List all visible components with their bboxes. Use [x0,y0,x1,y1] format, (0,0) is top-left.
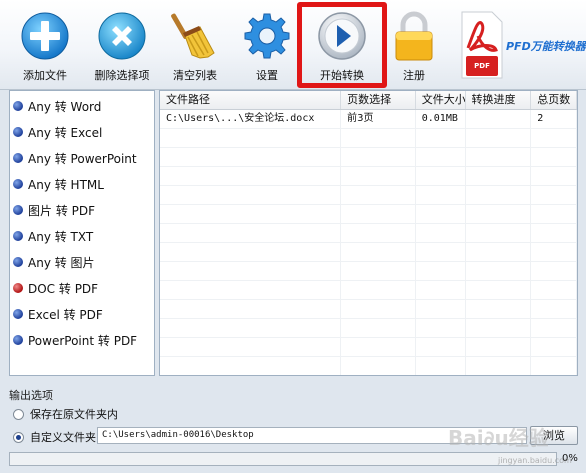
column-header[interactable]: 文件大小 [416,91,466,109]
clear-list-button[interactable]: 清空列表 [164,8,226,86]
table-row-empty [160,186,577,205]
table-row-empty [160,262,577,281]
table-row-empty [160,205,577,224]
toolbar: 添加文件 删除选择项 清空列表 设置 开始转换 注册 PDF PFD万能转换器 [0,0,586,90]
progress-bar [9,452,557,466]
close-icon [95,8,149,64]
table-row-empty [160,281,577,300]
brand-name: PFD万能转换器 [506,40,586,53]
conversion-type-label: Any 转 PowerPoint [28,151,137,166]
bullet-icon [13,309,23,319]
file-path-cell: C:\Users\...\安全论坛.docx [160,110,342,128]
table-row-empty [160,167,577,186]
start-convert-label: 开始转换 [320,69,364,82]
lock-icon [387,8,441,64]
settings-button[interactable]: 设置 [238,8,296,86]
conversion-type-item[interactable]: Any 转 TXT [10,223,154,249]
bullet-icon [13,179,23,189]
bullet-icon [13,205,23,215]
page-selection-cell[interactable]: 前3页 [341,110,416,128]
conversion-type-label: Any 转 TXT [28,229,94,244]
table-row-empty [160,148,577,167]
bullet-icon [13,335,23,345]
add-icon [18,8,72,64]
conversion-type-item[interactable]: 图片 转 PDF [10,197,154,223]
total-pages-cell: 2 [531,110,577,128]
file-size-cell: 0.01MB [416,110,466,128]
table-row-empty [160,243,577,262]
table-row-empty [160,319,577,338]
conversion-type-item[interactable]: Any 转 Excel [10,119,154,145]
conversion-type-item[interactable]: Any 转 Word [10,93,154,119]
bullet-icon [13,257,23,267]
conversion-type-label: Any 转 Excel [28,125,103,140]
column-header[interactable]: 转换进度 [466,91,532,109]
conversion-type-label: Any 转 图片 [28,255,95,270]
clear-list-label: 清空列表 [173,69,217,82]
register-label: 注册 [403,69,425,82]
save-original-folder-option[interactable]: 保存在原文件夹内 [13,406,118,422]
output-options-title: 输出选项 [9,389,53,402]
save-original-folder-label: 保存在原文件夹内 [30,408,118,421]
custom-folder-option[interactable]: 自定义文件夹 [13,429,96,445]
table-row-empty [160,357,577,375]
conversion-type-item[interactable]: Any 转 PowerPoint [10,145,154,171]
conversion-type-label: Any 转 Word [28,99,102,114]
progress-percent: 0% [562,453,578,464]
gear-icon [240,8,294,64]
conversion-type-item[interactable]: PowerPoint 转 PDF [10,327,154,353]
brand-logo: PDF PFD万能转换器 [460,8,586,86]
play-icon [315,8,369,64]
table-row-empty [160,129,577,148]
remove-selected-button[interactable]: 删除选择项 [86,8,158,86]
conversion-type-item-selected[interactable]: DOC 转 PDF [10,275,154,301]
conversion-type-label: PowerPoint 转 PDF [28,333,138,348]
remove-selected-label: 删除选择项 [94,69,150,82]
radio-selected-icon[interactable] [13,431,24,443]
bullet-icon [13,101,23,111]
start-convert-button[interactable]: 开始转换 [306,8,378,86]
add-file-label: 添加文件 [23,69,67,82]
table-row-empty [160,300,577,319]
table-header: 文件路径 页数选择 文件大小 转换进度 总页数 [160,91,577,110]
table-row-empty [160,338,577,357]
pdf-badge-text: PDF [474,62,490,70]
register-button[interactable]: 注册 [386,8,442,86]
conversion-type-item[interactable]: Excel 转 PDF [10,301,154,327]
column-header[interactable]: 页数选择 [341,91,416,109]
conversion-type-label: DOC 转 PDF [28,281,99,296]
table-row[interactable]: C:\Users\...\安全论坛.docx 前3页 0.01MB 2 [160,110,577,129]
conversion-type-label: Excel 转 PDF [28,307,103,322]
column-header[interactable]: 文件路径 [160,91,342,109]
bullet-icon [13,231,23,241]
output-path-field[interactable]: C:\Users\admin-00016\Desktop [97,427,527,444]
bullet-selected-icon [13,283,23,293]
conversion-type-label: 图片 转 PDF [28,203,96,218]
conversion-type-item[interactable]: Any 转 图片 [10,249,154,275]
radio-icon[interactable] [13,408,24,420]
table-row-empty [160,224,577,243]
file-table: 文件路径 页数选择 文件大小 转换进度 总页数 C:\Users\...\安全论… [159,90,578,376]
custom-folder-label: 自定义文件夹 [30,431,96,444]
column-header[interactable]: 总页数 [531,91,577,109]
conversion-type-item[interactable]: Any 转 HTML [10,171,154,197]
settings-label: 设置 [256,69,278,82]
conversion-type-list: Any 转 Word Any 转 Excel Any 转 PowerPoint … [9,90,155,376]
browse-button[interactable]: 浏览 [530,426,578,445]
pdf-file-icon: PDF [461,11,503,79]
conversion-type-label: Any 转 HTML [28,177,104,192]
add-file-button[interactable]: 添加文件 [14,8,76,86]
bullet-icon [13,153,23,163]
broom-icon [168,8,222,64]
convert-progress-cell [466,110,532,128]
bullet-icon [13,127,23,137]
